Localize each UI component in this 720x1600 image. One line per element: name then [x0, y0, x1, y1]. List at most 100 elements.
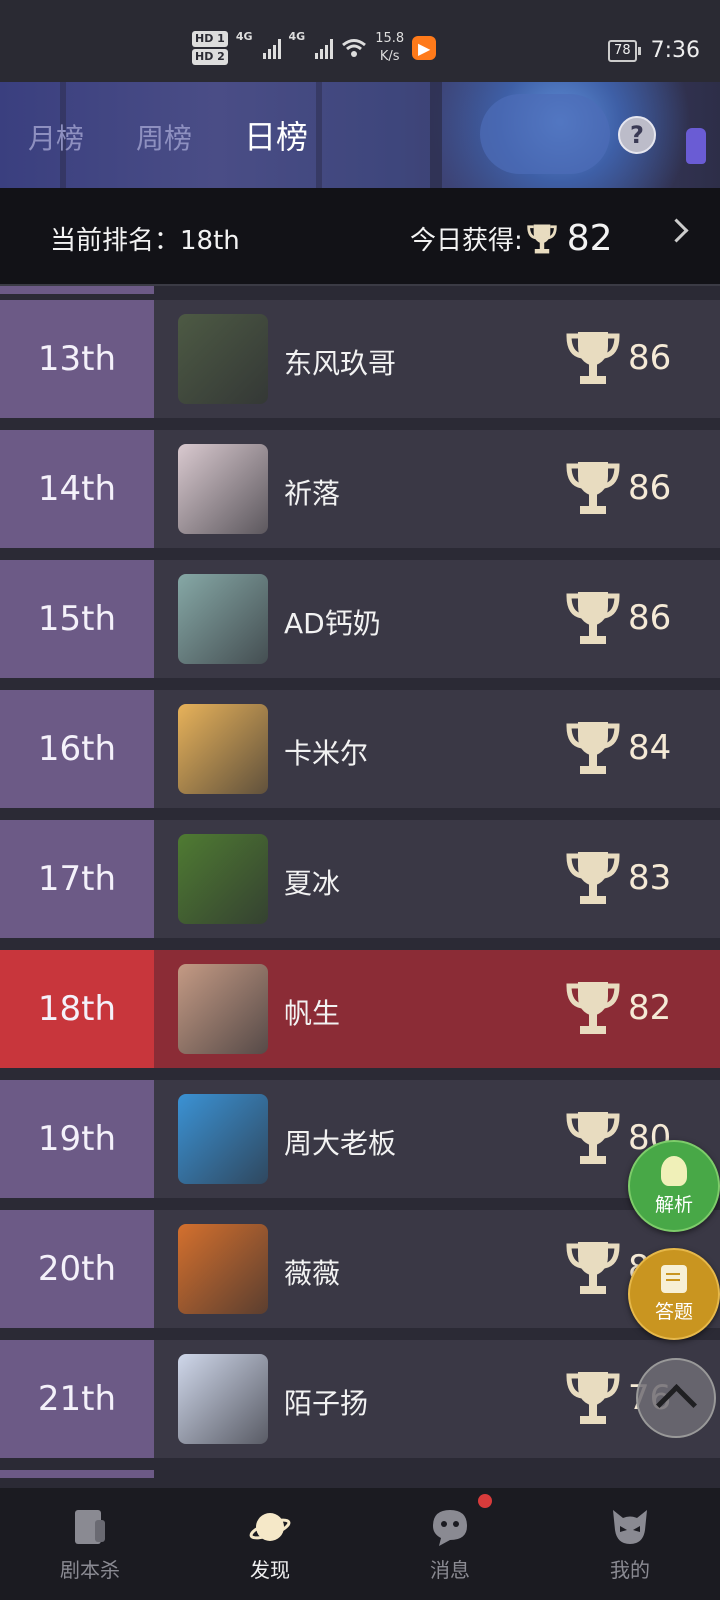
current-rank-value: 18th	[180, 226, 240, 256]
player-name[interactable]: 祈落	[284, 472, 340, 512]
trophy-score: 83	[628, 858, 672, 898]
avatar[interactable]	[178, 1094, 268, 1184]
lightbulb-icon	[661, 1155, 687, 1186]
today-earned-score: 82	[566, 218, 613, 259]
mask-face-icon	[613, 1509, 647, 1544]
my-rank-summary[interactable]: 当前排名：18th 今日获得: 82	[0, 188, 720, 286]
player-name[interactable]: 东风玖哥	[284, 342, 396, 382]
banner-art	[430, 82, 442, 188]
nav-label: 我的	[610, 1557, 650, 1582]
ranking-row[interactable]: 15th AD钙奶 86	[0, 560, 720, 678]
player-name[interactable]: 夏冰	[284, 862, 340, 902]
unread-badge	[478, 1494, 492, 1508]
nav-item-messages[interactable]: 消息	[360, 1488, 540, 1600]
hd1-label: HD 1	[192, 31, 228, 47]
ranking-row[interactable]: 16th 卡米尔 84	[0, 690, 720, 808]
player-name[interactable]: 薇薇	[284, 1252, 340, 1292]
current-rank: 当前排名：18th	[50, 220, 240, 257]
rank-number: 19th	[0, 1080, 154, 1198]
trophy-icon	[566, 1242, 620, 1294]
trophy-score: 86	[628, 338, 672, 378]
tab-weekly[interactable]: 周榜	[136, 117, 192, 157]
hd2-label: HD 2	[192, 49, 228, 65]
rank-number: 17th	[0, 820, 154, 938]
banner-art	[480, 94, 610, 174]
avatar[interactable]	[178, 1354, 268, 1444]
hd-indicator: HD 1 HD 2	[192, 30, 228, 66]
trophy-icon	[566, 722, 620, 774]
nav-item-script[interactable]: 剧本杀	[0, 1488, 180, 1600]
ranking-row[interactable]: 21th陌子扬76	[0, 1340, 720, 1458]
rank-number: 21th	[0, 1340, 154, 1458]
rank-number: 18th	[0, 950, 154, 1068]
avatar[interactable]	[178, 834, 268, 924]
trophy-icon	[566, 982, 620, 1034]
sim1-network-label: 4G	[235, 30, 253, 43]
net-speed-value: 15.8	[375, 31, 405, 46]
battery-level: 78	[614, 42, 631, 58]
ranking-tabs: 月榜 周榜 日榜	[28, 112, 308, 158]
ranking-row[interactable]: 14th 祈落 86	[0, 430, 720, 548]
play-app-icon: ▶	[412, 36, 437, 60]
trophy-icon	[566, 462, 620, 514]
avatar[interactable]	[178, 704, 268, 794]
player-name[interactable]: 帆生	[284, 992, 340, 1032]
status-left: HD 1 HD 2 4G 4G 15.8 K/s ▶	[192, 30, 437, 66]
script-book-icon	[75, 1509, 105, 1544]
ranking-row[interactable]: 19th 周大老板 80	[0, 1080, 720, 1198]
answer-label: 答题	[654, 1300, 693, 1323]
avatar[interactable]	[178, 1224, 268, 1314]
current-rank-label: 当前排名：	[50, 226, 181, 256]
potion-bottle-icon[interactable]	[686, 128, 706, 164]
avatar[interactable]	[178, 964, 268, 1054]
trophy-icon	[566, 852, 620, 904]
player-name[interactable]: 卡米尔	[284, 732, 368, 772]
nav-item-me[interactable]: 我的	[540, 1488, 720, 1600]
previous-row-edge	[0, 286, 154, 294]
player-name[interactable]: 周大老板	[284, 1122, 396, 1162]
avatar[interactable]	[178, 574, 268, 664]
rank-number: 13th	[0, 300, 154, 418]
tab-monthly[interactable]: 月榜	[28, 117, 84, 157]
clock: 7:36	[650, 38, 700, 63]
rank-number: 16th	[0, 690, 154, 808]
trophy-icon	[566, 1372, 620, 1424]
chat-ghost-icon	[433, 1509, 467, 1546]
ranking-row[interactable]: 17th 夏冰 83	[0, 820, 720, 938]
ranking-row[interactable]: 13th 东风玖哥 86	[0, 300, 720, 418]
rank-number: 15th	[0, 560, 154, 678]
signal-bars-icon	[315, 37, 334, 59]
today-earned-label: 今日获得:	[410, 226, 523, 256]
signal-bars-icon	[262, 37, 281, 59]
status-right: 78 7:36	[608, 38, 700, 63]
player-name[interactable]: AD钙奶	[284, 602, 381, 642]
help-question-icon[interactable]: ?	[618, 116, 656, 154]
scroll-to-top-button[interactable]	[636, 1358, 716, 1438]
net-speed: 15.8 K/s	[375, 30, 404, 66]
nav-item-discover[interactable]: 发现	[180, 1488, 360, 1600]
notepad-icon	[661, 1264, 687, 1293]
next-row-edge	[0, 1470, 154, 1478]
trophy-icon	[566, 592, 620, 644]
trophy-score: 86	[628, 598, 672, 638]
trophy-icon	[566, 332, 620, 384]
nav-label: 发现	[250, 1557, 290, 1582]
trophy-score: 86	[628, 468, 672, 508]
battery-icon: 78	[608, 39, 641, 62]
nav-label: 消息	[430, 1557, 470, 1582]
status-bar: HD 1 HD 2 4G 4G 15.8 K/s ▶ 78 7:36	[0, 0, 720, 82]
trophy-icon	[566, 1112, 620, 1164]
player-name[interactable]: 陌子扬	[284, 1382, 368, 1422]
wifi-icon	[342, 39, 367, 57]
analyze-label: 解析	[654, 1193, 693, 1216]
ranking-row[interactable]: 20th薇薇80	[0, 1210, 720, 1328]
today-earned: 今日获得: 82	[410, 218, 613, 259]
ranking-list[interactable]: 13th 东风玖哥 86 14th 祈落 86 15th AD钙奶 86 16th 卡米尔 84 17t…	[0, 286, 720, 1488]
ranking-row[interactable]: 18th 帆生 82	[0, 950, 720, 1068]
trophy-score: 82	[628, 988, 672, 1028]
answer-button[interactable]: 答题	[628, 1248, 720, 1340]
tab-daily[interactable]: 日榜	[244, 112, 308, 158]
avatar[interactable]	[178, 444, 268, 534]
avatar[interactable]	[178, 314, 268, 404]
analyze-button[interactable]: 解析	[628, 1140, 720, 1232]
